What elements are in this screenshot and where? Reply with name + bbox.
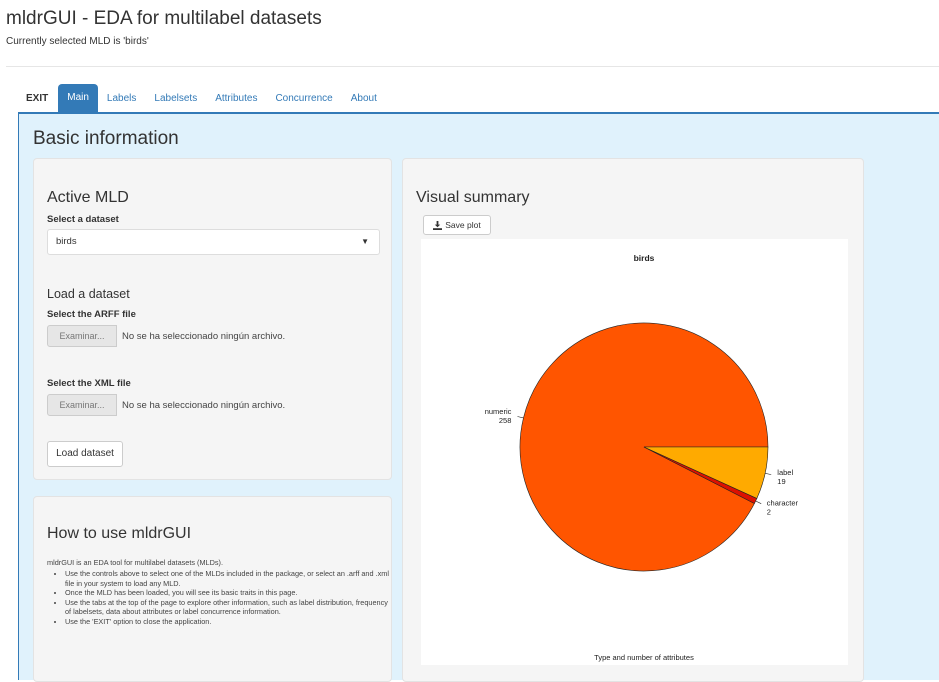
list-item: Use the controls above to select one of …	[65, 569, 395, 588]
list-item: Use the 'EXIT' option to close the appli…	[65, 617, 395, 627]
tab-labelsets[interactable]: Labelsets	[145, 86, 206, 112]
main-tab-content: Basic information Active MLD Select a da…	[18, 112, 939, 682]
pie-chart: birds numeric 258 character 2 label 19 Type and…	[485, 253, 799, 662]
tab-attributes[interactable]: Attributes	[206, 86, 266, 112]
app-title: mldrGUI - EDA for multilabel datasets	[6, 8, 322, 29]
app-subtitle: Currently selected MLD is 'birds'	[6, 36, 149, 47]
visual-summary-panel: Visual summary Save plot birds numeric 258…	[402, 158, 864, 682]
slice-label-label: label 19	[777, 468, 793, 486]
xml-file-input[interactable]: Examinar... No se ha seleccionado ningún…	[47, 394, 285, 416]
list-item: Use the tabs at the top of the page to e…	[65, 598, 395, 617]
save-plot-button[interactable]: Save plot	[423, 215, 491, 235]
leader-line-label	[765, 473, 772, 475]
pie-chart-plot: birds numeric 258 character 2 label 19 Type and…	[421, 239, 848, 665]
xml-file-status: No se ha seleccionado ningún archivo.	[122, 399, 286, 411]
load-dataset-heading: Load a dataset	[47, 287, 130, 301]
how-to-panel: How to use mldrGUI mldrGUI is an EDA too…	[33, 496, 392, 682]
dataset-select-value: birds	[56, 236, 77, 247]
slice-label-numeric: numeric 258	[485, 407, 512, 425]
how-to-list: Use the controls above to select one of …	[47, 569, 395, 626]
chart-title: birds	[634, 253, 655, 263]
select-dataset-label: Select a dataset	[47, 214, 119, 225]
tab-exit[interactable]: EXIT	[22, 86, 58, 112]
tab-concurrence[interactable]: Concurrence	[266, 86, 341, 112]
tab-main[interactable]: Main	[58, 84, 98, 112]
caret-down-icon: ▼	[361, 237, 369, 246]
list-item: Once the MLD has been loaded, you will s…	[65, 588, 395, 598]
save-plot-label: Save plot	[445, 220, 481, 230]
load-dataset-button[interactable]: Load dataset	[47, 441, 123, 467]
how-to-heading: How to use mldrGUI	[47, 525, 192, 542]
arff-file-status: No se ha seleccionado ningún archivo.	[122, 330, 286, 342]
arff-browse-button[interactable]: Examinar...	[47, 325, 117, 347]
leader-line-numeric	[517, 416, 524, 419]
chart-xlabel: Type and number of attributes	[594, 653, 694, 662]
tab-about[interactable]: About	[342, 86, 386, 112]
xml-file-label: Select the XML file	[47, 378, 131, 389]
main-tabs: EXIT Main Labels Labelsets Attributes Co…	[22, 84, 386, 112]
divider	[6, 66, 939, 67]
arff-file-input[interactable]: Examinar... No se ha seleccionado ningún…	[47, 325, 285, 347]
arff-file-label: Select the ARFF file	[47, 309, 136, 320]
tab-labels[interactable]: Labels	[98, 86, 145, 112]
leader-line-character	[755, 500, 762, 504]
xml-browse-button[interactable]: Examinar...	[47, 394, 117, 416]
active-mld-heading: Active MLD	[47, 189, 129, 206]
active-mld-panel: Active MLD Select a dataset birds ▼ Load…	[33, 158, 392, 480]
download-icon	[433, 220, 443, 230]
how-to-intro: mldrGUI is an EDA tool for multilabel da…	[47, 558, 223, 567]
section-title: Basic information	[33, 128, 179, 149]
dataset-select[interactable]: birds ▼	[47, 229, 380, 255]
slice-label-character: character 2	[767, 498, 799, 516]
visual-summary-heading: Visual summary	[416, 189, 530, 206]
